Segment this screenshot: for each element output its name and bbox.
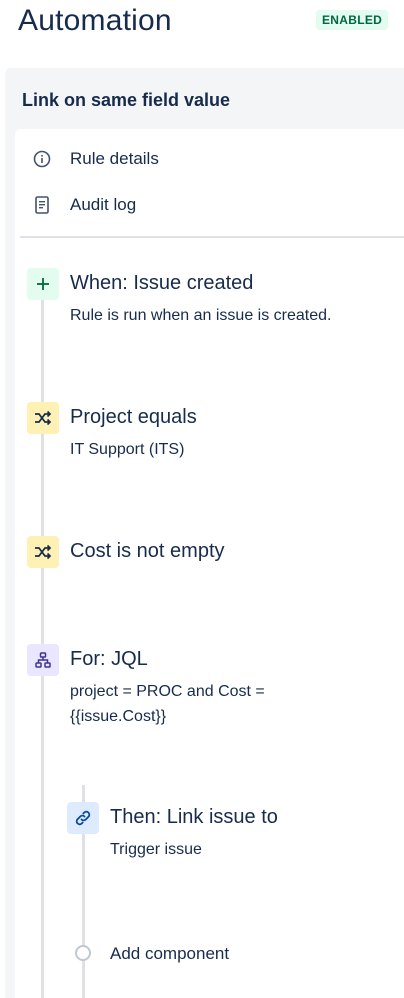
component-title: Project equals: [70, 406, 197, 428]
menu-item-label: Rule details: [70, 149, 159, 168]
divider: [20, 236, 404, 238]
link-icon: [67, 802, 99, 834]
component-description: Trigger issue: [110, 841, 202, 858]
rule-panel: Link on same field value Rule details Au…: [5, 68, 404, 998]
branch-component-jql[interactable]: For: JQL project = PROC and Cost = {{iss…: [15, 642, 404, 742]
condition-component-project[interactable]: Project equals IT Support (ITS): [15, 400, 404, 470]
shuffle-icon: [27, 536, 59, 568]
header: Automation ENABLED: [0, 0, 404, 60]
add-component-dot: [75, 945, 91, 961]
branch-icon: [27, 644, 59, 676]
add-component-label: Add component: [110, 944, 230, 963]
menu-item-rule-details[interactable]: Rule details: [15, 139, 404, 179]
rule-name: Link on same field value: [22, 90, 231, 110]
menu-item-label: Audit log: [70, 195, 137, 214]
component-title: For: JQL: [70, 648, 148, 670]
component-title: Then: Link issue to: [110, 806, 278, 828]
add-component-button[interactable]: Add component: [15, 939, 404, 969]
rule-card: Rule details Audit log When: Issue creat…: [15, 129, 404, 998]
plus-icon: [27, 268, 59, 300]
component-title: Cost is not empty: [70, 540, 225, 562]
action-component-link[interactable]: Then: Link issue to Trigger issue: [15, 800, 404, 870]
component-description: {{issue.Cost}}: [70, 708, 167, 725]
page-title: Automation: [18, 4, 172, 37]
status-badge: ENABLED: [316, 10, 389, 30]
trigger-component[interactable]: When: Issue created Rule is run when an …: [15, 266, 404, 336]
component-description: IT Support (ITS): [70, 441, 185, 458]
menu-item-audit-log[interactable]: Audit log: [15, 185, 404, 225]
info-icon: [32, 149, 52, 169]
component-description: Rule is run when an issue is created.: [70, 307, 332, 324]
condition-component-cost[interactable]: Cost is not empty: [15, 534, 404, 574]
component-description: project = PROC and Cost =: [70, 683, 265, 700]
shuffle-icon: [27, 402, 59, 434]
component-title: When: Issue created: [70, 272, 254, 294]
document-icon: [32, 195, 52, 215]
